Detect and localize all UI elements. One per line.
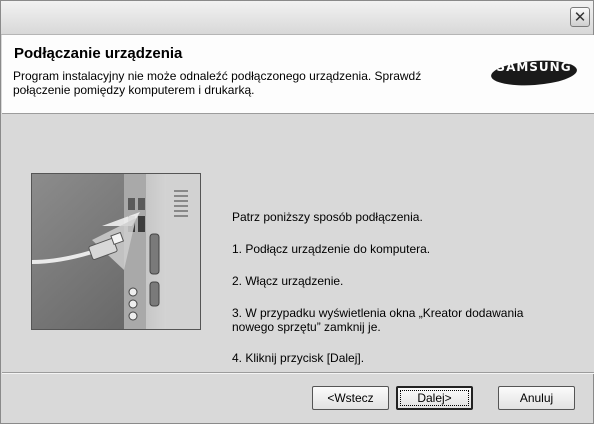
- usb-cable-to-computer-icon: [31, 173, 201, 330]
- wizard-header: Podłączanie urządzenia Program instalacy…: [2, 35, 594, 114]
- installer-window: ✕ Podłączanie urządzenia Program instala…: [0, 0, 594, 424]
- samsung-logo-text: SAMSUNG: [496, 60, 572, 74]
- next-button-label: Dalej>: [400, 390, 469, 406]
- next-button[interactable]: Dalej>: [396, 386, 473, 410]
- connection-illustration: [31, 174, 200, 329]
- instruction-intro: Patrz poniższy sposób podłączenia.: [232, 210, 423, 224]
- instruction-step-2: 2. Włącz urządzenie.: [232, 274, 344, 288]
- instruction-step-1: 1. Podłącz urządzenie do komputera.: [232, 242, 431, 256]
- instruction-step-4: 4. Kliknij przycisk [Dalej].: [232, 351, 365, 365]
- page-title: Podłączanie urządzenia: [14, 45, 183, 62]
- instruction-step-3: 3. W przypadku wyświetlenia okna „Kreato…: [232, 306, 524, 334]
- cancel-button[interactable]: Anuluj: [498, 386, 575, 410]
- close-icon: ✕: [573, 8, 587, 26]
- samsung-logo: SAMSUNG: [490, 60, 578, 86]
- title-bar: ✕: [1, 1, 593, 35]
- close-button[interactable]: ✕: [570, 7, 590, 27]
- back-button[interactable]: <Wstecz: [312, 386, 389, 410]
- footer-divider: [2, 372, 594, 374]
- wizard-content: Patrz poniższy sposób podłączenia. 1. Po…: [2, 114, 594, 372]
- page-subtitle: Program instalacyjny nie może odnaleźć p…: [13, 69, 422, 97]
